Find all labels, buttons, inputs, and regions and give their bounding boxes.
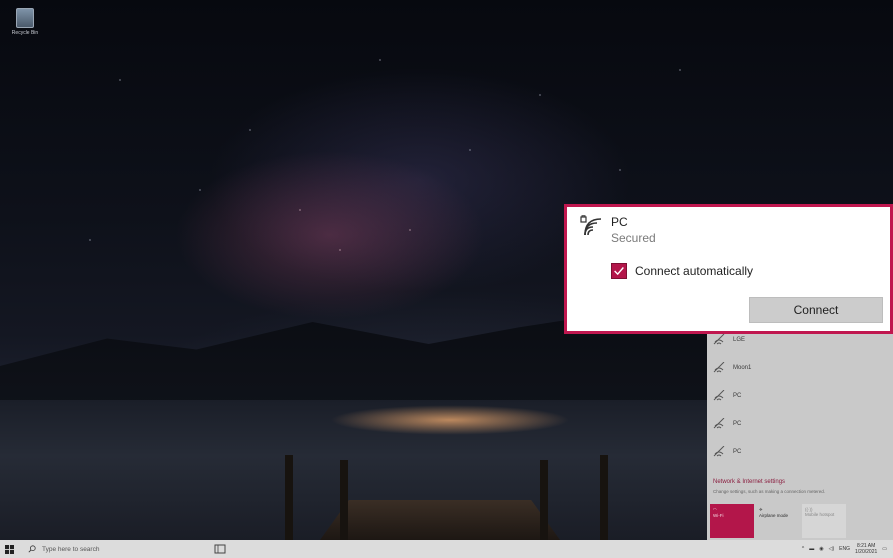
network-list-label: PC xyxy=(733,421,742,427)
quick-action-label: Mobile hotspot xyxy=(805,512,835,517)
chevron-up-icon[interactable]: ^ xyxy=(802,546,804,552)
wifi-icon xyxy=(713,390,725,401)
network-list-item[interactable]: PC xyxy=(712,442,741,462)
network-list-item[interactable]: PC xyxy=(712,386,741,406)
search-icon xyxy=(28,545,36,553)
battery-icon[interactable]: ▬ xyxy=(809,546,814,552)
wifi-icon xyxy=(713,334,725,345)
clock[interactable]: 8:21 AM 1/20/2021 xyxy=(855,543,877,555)
taskbar: Type here to search ^ ▬ ◉ ◁) ENG 8:21 AM… xyxy=(0,540,893,558)
network-list-label: PC xyxy=(733,449,742,455)
system-tray: ^ ▬ ◉ ◁) ENG 8:21 AM 1/20/2021 ▭ xyxy=(802,540,887,558)
mobile-hotspot-quick-action[interactable]: ((·)) Mobile hotspot xyxy=(802,504,846,538)
clock-date: 1/20/2021 xyxy=(855,549,878,555)
network-settings-description: Change settings, such as making a connec… xyxy=(713,489,826,494)
network-name: PC xyxy=(611,215,628,229)
start-button[interactable] xyxy=(0,540,18,558)
connect-button[interactable]: Connect xyxy=(749,297,883,323)
windows-logo-icon xyxy=(4,544,14,554)
wallpaper-dock xyxy=(320,500,560,540)
notification-icon[interactable]: ▭ xyxy=(882,546,887,552)
network-flyout: LGE Moon1 PC PC PC Network & Internet se… xyxy=(707,330,893,540)
search-placeholder: Type here to search xyxy=(42,545,100,553)
recycle-bin-label: Recycle Bin xyxy=(11,30,39,36)
airplane-mode-quick-action[interactable]: ✈ Airplane mode xyxy=(756,504,800,538)
taskbar-search-box[interactable]: Type here to search xyxy=(28,541,218,557)
wallpaper-post xyxy=(540,460,548,540)
recycle-bin-shortcut[interactable]: Recycle Bin xyxy=(8,8,42,36)
wifi-quick-action[interactable]: ◜◝ Wi-Fi xyxy=(710,504,754,538)
network-list-label: LGE xyxy=(733,337,746,343)
network-security-status: Secured xyxy=(611,231,656,245)
wallpaper-post xyxy=(340,460,348,540)
wallpaper-post xyxy=(600,455,608,540)
quick-action-label: Airplane mode xyxy=(759,513,789,518)
recycle-bin-icon xyxy=(16,8,34,28)
volume-icon[interactable]: ◁) xyxy=(829,546,835,552)
wifi-icon xyxy=(713,418,725,429)
connect-automatically-checkbox[interactable] xyxy=(611,263,627,279)
connect-automatically-label[interactable]: Connect automatically xyxy=(635,264,753,278)
network-list-label: PC xyxy=(733,393,742,399)
network-settings-link[interactable]: Network & Internet settings xyxy=(713,479,785,485)
secured-wifi-icon xyxy=(580,215,601,236)
quick-action-label: Wi-Fi xyxy=(713,513,724,518)
wifi-icon xyxy=(713,446,725,457)
wallpaper-post xyxy=(285,455,293,540)
network-list-item[interactable]: PC xyxy=(712,414,741,434)
network-list-label: Moon1 xyxy=(733,365,752,371)
language-indicator[interactable]: ENG xyxy=(839,546,850,552)
network-connect-panel: PC Secured Connect automatically Connect xyxy=(564,204,893,334)
network-list-item[interactable]: Moon1 xyxy=(712,358,751,378)
checkmark-icon xyxy=(614,267,624,276)
task-view-icon[interactable] xyxy=(214,544,226,554)
network-tray-icon[interactable]: ◉ xyxy=(819,546,823,552)
wifi-icon xyxy=(713,362,725,373)
wallpaper-sunset-glow xyxy=(330,405,570,435)
